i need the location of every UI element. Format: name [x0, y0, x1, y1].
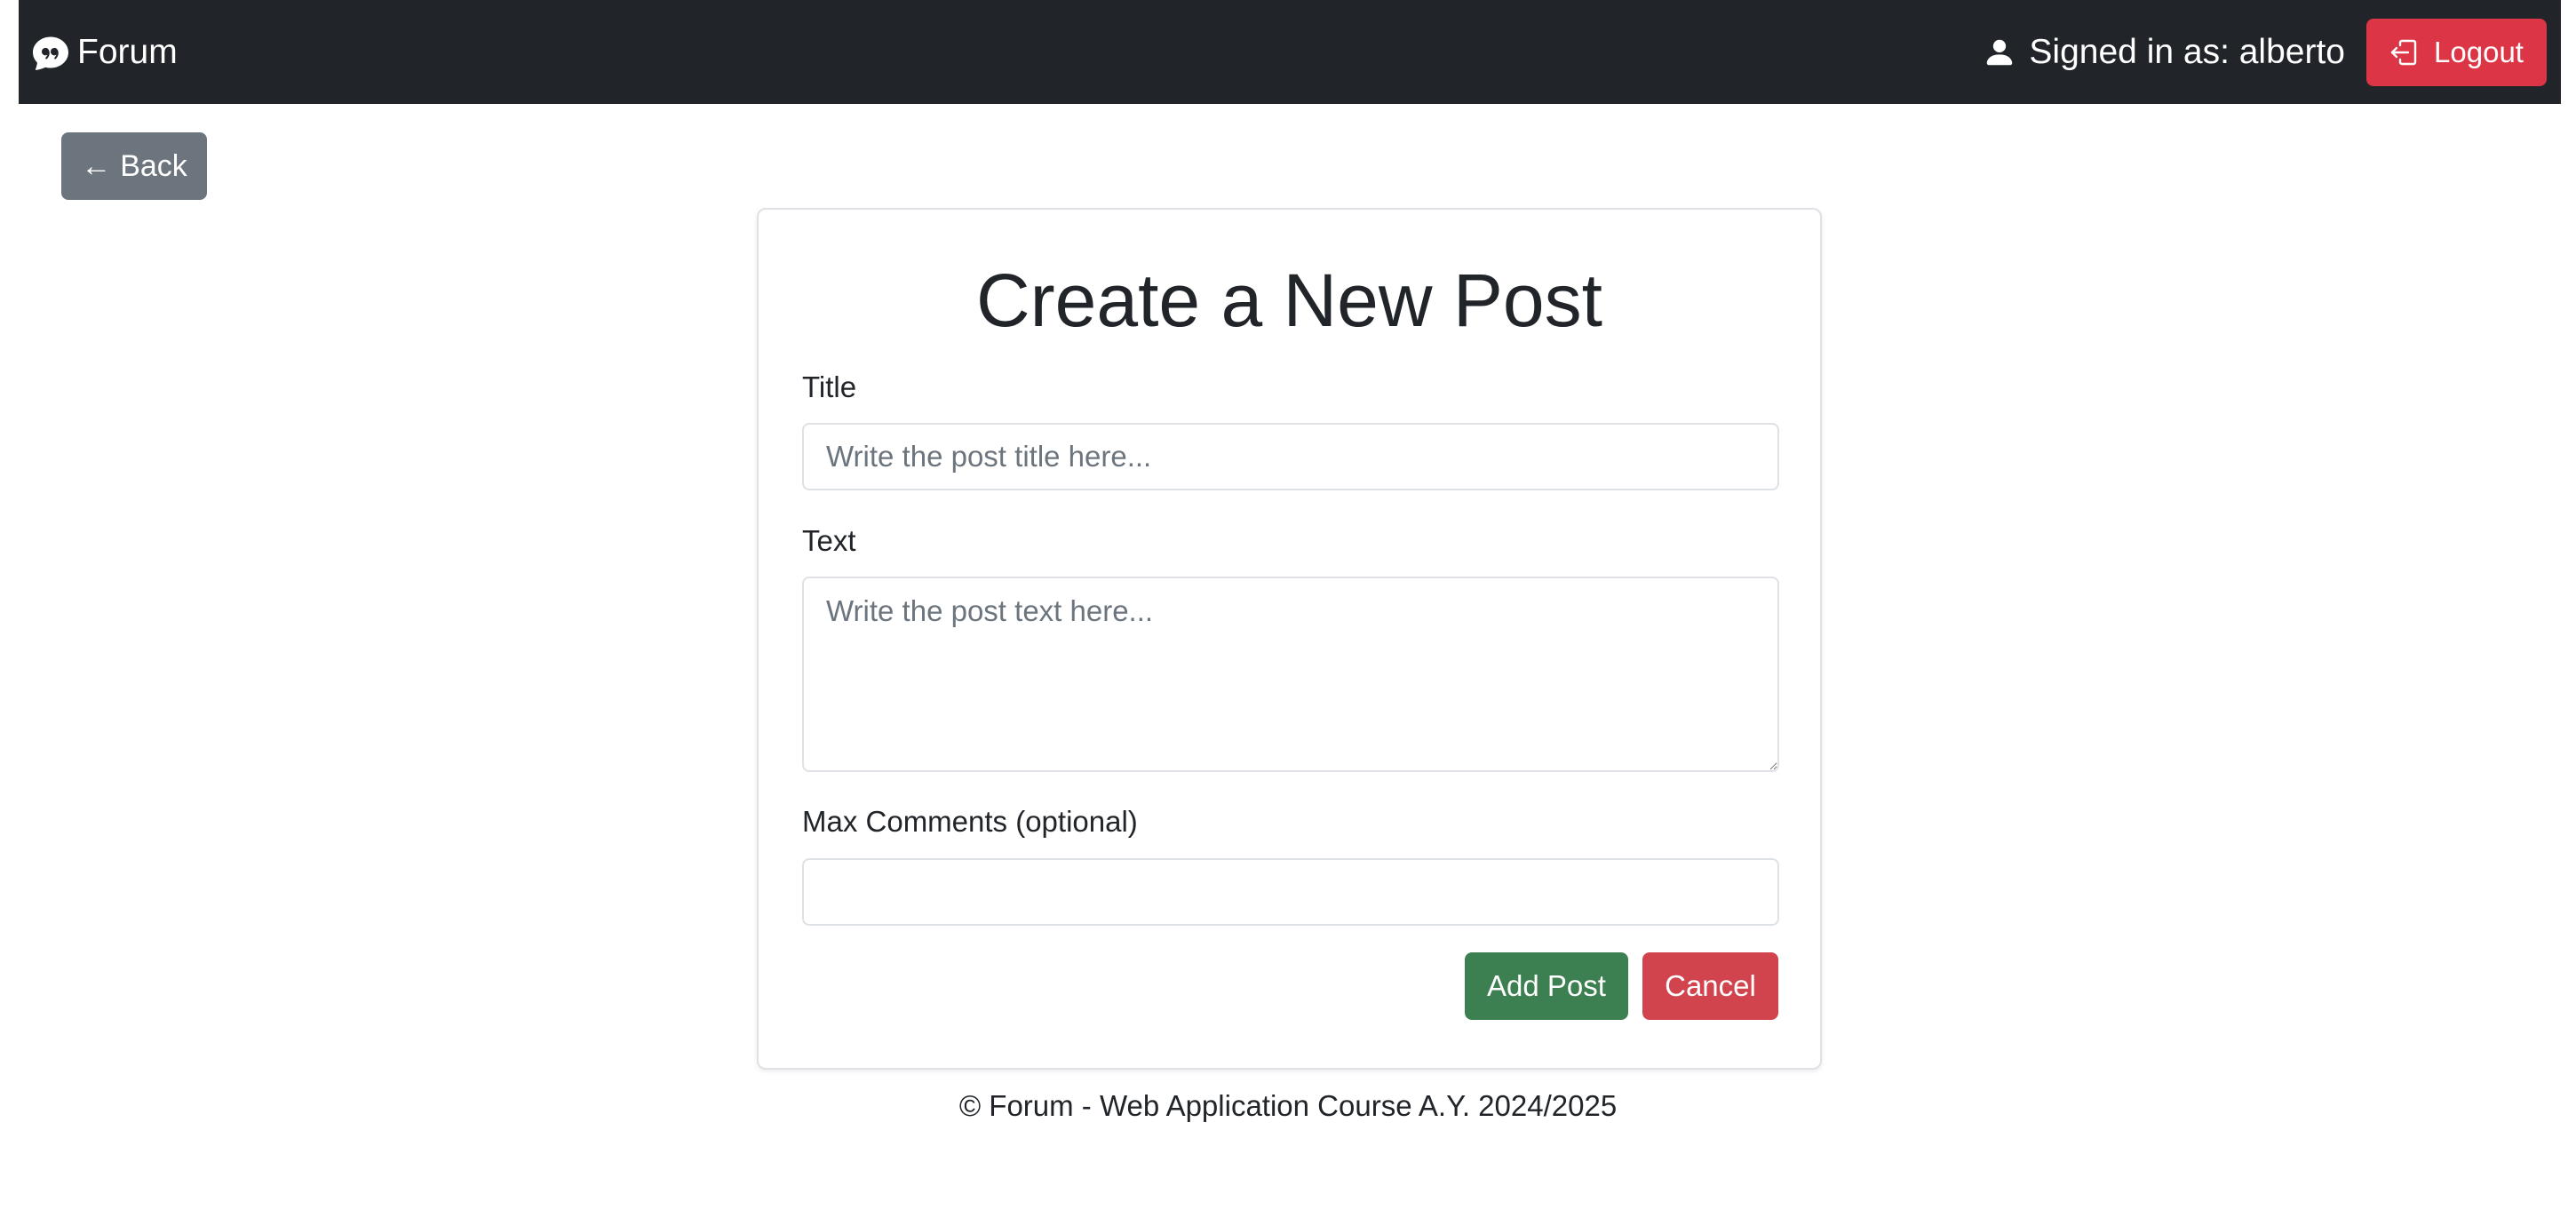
max-comments-label: Max Comments (optional) — [802, 805, 1138, 838]
add-post-button[interactable]: Add Post — [1465, 952, 1628, 1020]
signed-in-status: Signed in as: alberto — [1983, 33, 2345, 72]
text-label: Text — [802, 524, 856, 557]
signed-in-text: Signed in as: alberto — [2029, 32, 2345, 71]
person-icon — [1983, 35, 2016, 70]
brand-link[interactable]: Forum — [33, 33, 178, 72]
title-label: Title — [802, 370, 857, 403]
navbar: Forum Signed in as: alberto Logout — [19, 0, 2561, 104]
box-arrow-in-left-icon — [2389, 38, 2418, 67]
page: Forum Signed in as: alberto Logout ← Bac… — [0, 0, 2576, 1226]
arrow-left-icon: ← — [81, 148, 112, 183]
back-button[interactable]: ← Back — [61, 132, 207, 200]
title-input[interactable] — [802, 423, 1779, 490]
text-textarea[interactable] — [802, 577, 1779, 772]
logout-label: Logout — [2434, 35, 2524, 68]
chat-quote-icon — [33, 35, 68, 70]
form-actions: Add Post Cancel — [1465, 952, 1778, 1020]
cancel-button[interactable]: Cancel — [1642, 952, 1778, 1020]
new-post-card: Create a New Post Title Text Max Comment… — [757, 208, 1822, 1070]
logout-button[interactable]: Logout — [2366, 18, 2547, 86]
footer: © Forum - Web Application Course A.Y. 20… — [958, 1089, 1618, 1122]
brand-label: Forum — [77, 32, 178, 71]
back-label: Back — [120, 148, 187, 183]
navbar-right: Signed in as: alberto Logout — [1983, 18, 2547, 86]
page-title: Create a New Post — [976, 259, 1602, 342]
max-comments-input[interactable] — [802, 858, 1779, 926]
